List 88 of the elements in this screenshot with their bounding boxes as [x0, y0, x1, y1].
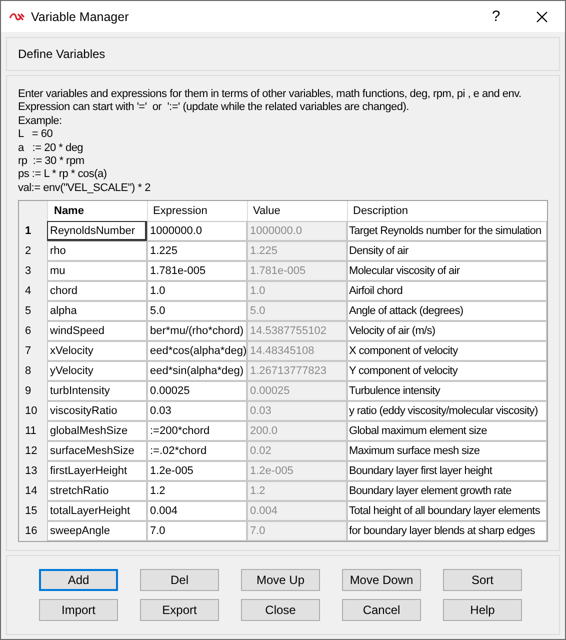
move-up-button[interactable]: Move Up: [241, 569, 320, 591]
value-cell: 1.26713777823: [247, 361, 347, 382]
import-button[interactable]: Import: [39, 599, 118, 621]
value-cell: 1.2e-005: [247, 461, 347, 482]
description-cell[interactable]: Total height of all boundary layer elements: [347, 501, 547, 522]
expression-cell[interactable]: 0.03: [147, 401, 247, 422]
description-cell[interactable]: Velocity of air (m/s): [347, 321, 547, 342]
description-cell[interactable]: for boundary layer blends at sharp edges: [347, 521, 547, 542]
expression-cell[interactable]: 1000000.0: [147, 221, 247, 242]
help-button[interactable]: Help: [443, 599, 522, 621]
description-cell[interactable]: X component of velocity: [347, 341, 547, 362]
value-cell: 0.02: [247, 441, 347, 462]
name-cell[interactable]: xVelocity: [47, 341, 147, 362]
instruction-line: Example:: [18, 114, 62, 128]
description-cell[interactable]: Molecular viscosity of air: [347, 261, 547, 282]
value-cell: 14.48345108: [247, 341, 347, 362]
name-cell[interactable]: chord: [47, 281, 147, 302]
value-cell: 0.03: [247, 401, 347, 422]
expression-cell[interactable]: eed*cos(alpha*deg): [147, 341, 247, 362]
table-corner: [19, 201, 47, 222]
sort-button[interactable]: Sort: [443, 569, 522, 591]
name-cell[interactable]: turbIntensity: [47, 381, 147, 402]
value-cell: 14.5387755102: [247, 321, 347, 342]
expression-cell[interactable]: :=.02*chord: [147, 441, 247, 462]
description-cell[interactable]: Maximum surface mesh size: [347, 441, 547, 462]
name-cell[interactable]: stretchRatio: [47, 481, 147, 502]
instruction-line: rp := 30 * rpm: [18, 155, 84, 168]
name-cell[interactable]: viscosityRatio: [47, 401, 147, 422]
name-cell[interactable]: surfaceMeshSize: [47, 441, 147, 462]
move-down-button[interactable]: Move Down: [342, 569, 421, 591]
add-button[interactable]: Add: [39, 569, 118, 591]
value-cell: 1.2: [247, 481, 347, 502]
description-cell[interactable]: Airfoil chord: [347, 281, 547, 302]
close-button[interactable]: Close: [241, 599, 320, 621]
expression-cell[interactable]: eed*sin(alpha*deg): [147, 361, 247, 382]
description-cell[interactable]: Global maximum element size: [347, 421, 547, 442]
expression-cell[interactable]: :=200*chord: [147, 421, 247, 442]
value-cell: 1.225: [247, 241, 347, 262]
name-cell[interactable]: firstLayerHeight: [47, 461, 147, 482]
description-cell[interactable]: Target Reynolds number for the simulation: [347, 221, 547, 242]
name-cell[interactable]: yVelocity: [47, 361, 147, 382]
name-cell[interactable]: windSpeed: [47, 321, 147, 342]
description-cell[interactable]: Boundary layer first layer height: [347, 461, 547, 482]
expression-cell[interactable]: 0.004: [147, 501, 247, 522]
expression-cell[interactable]: 1.2: [147, 481, 247, 502]
expression-cell[interactable]: 1.781e-005: [147, 261, 247, 282]
del-button[interactable]: Del: [140, 569, 219, 591]
instruction-line: ps := L * rp * cos(a): [18, 168, 107, 182]
expression-cell[interactable]: 1.225: [147, 241, 247, 262]
export-button[interactable]: Export: [140, 599, 219, 621]
app-logo-icon: [9, 12, 25, 22]
expression-cell[interactable]: 1.2e-005: [147, 461, 247, 482]
expression-cell[interactable]: 1.0: [147, 281, 247, 302]
name-cell[interactable]: mu: [47, 261, 147, 282]
name-cell[interactable]: ReynoldsNumber: [47, 221, 147, 242]
instruction-line: a := 20 * deg: [18, 142, 84, 156]
help-button[interactable]: ?: [473, 1, 519, 32]
expression-cell[interactable]: 0.00025: [147, 381, 247, 402]
expression-cell[interactable]: 7.0: [147, 521, 247, 542]
expression-cell[interactable]: 5.0: [147, 301, 247, 322]
description-cell[interactable]: y ratio (eddy viscosity/molecular viscosity): [347, 401, 547, 422]
name-cell[interactable]: sweepAngle: [47, 521, 147, 542]
name-cell[interactable]: globalMeshSize: [47, 421, 147, 442]
value-cell: 1.0: [247, 281, 347, 302]
instruction-line: Enter variables and expressions for them in terms of other variables, math functions, deg, rpm, pi , e and env.: [18, 88, 522, 102]
value-cell: 0.004: [247, 501, 347, 522]
description-cell[interactable]: Density of air: [347, 241, 547, 262]
value-cell: 200.0: [247, 421, 347, 442]
value-cell: 5.0: [247, 301, 347, 322]
name-cell[interactable]: alpha: [47, 301, 147, 322]
name-cell[interactable]: totalLayerHeight: [47, 501, 147, 522]
description-cell[interactable]: Angle of attack (degrees): [347, 301, 547, 322]
description-cell[interactable]: Y component of velocity: [347, 361, 547, 382]
instruction-line: val:= env("VEL_SCALE") * 2: [18, 182, 150, 196]
instruction-line: Expression can start with '=' or ':=' (update while the related variables are changed).: [18, 101, 409, 115]
value-cell: 1000000.0: [247, 221, 347, 242]
value-cell: 1.781e-005: [247, 261, 347, 282]
value-cell: 7.0: [247, 521, 347, 542]
window-title: Variable Manager: [31, 10, 129, 24]
instruction-line: L = 60: [18, 128, 53, 142]
section-title: Define Variables: [18, 47, 106, 61]
close-icon: [536, 10, 548, 22]
description-cell[interactable]: Turbulence intensity: [347, 381, 547, 402]
expression-cell[interactable]: ber*mu/(rho*chord): [147, 321, 247, 342]
value-cell: 0.00025: [247, 381, 347, 402]
cancel-button[interactable]: Cancel: [342, 599, 421, 621]
description-cell[interactable]: Boundary layer element growth rate: [347, 481, 547, 502]
name-cell[interactable]: rho: [47, 241, 147, 262]
